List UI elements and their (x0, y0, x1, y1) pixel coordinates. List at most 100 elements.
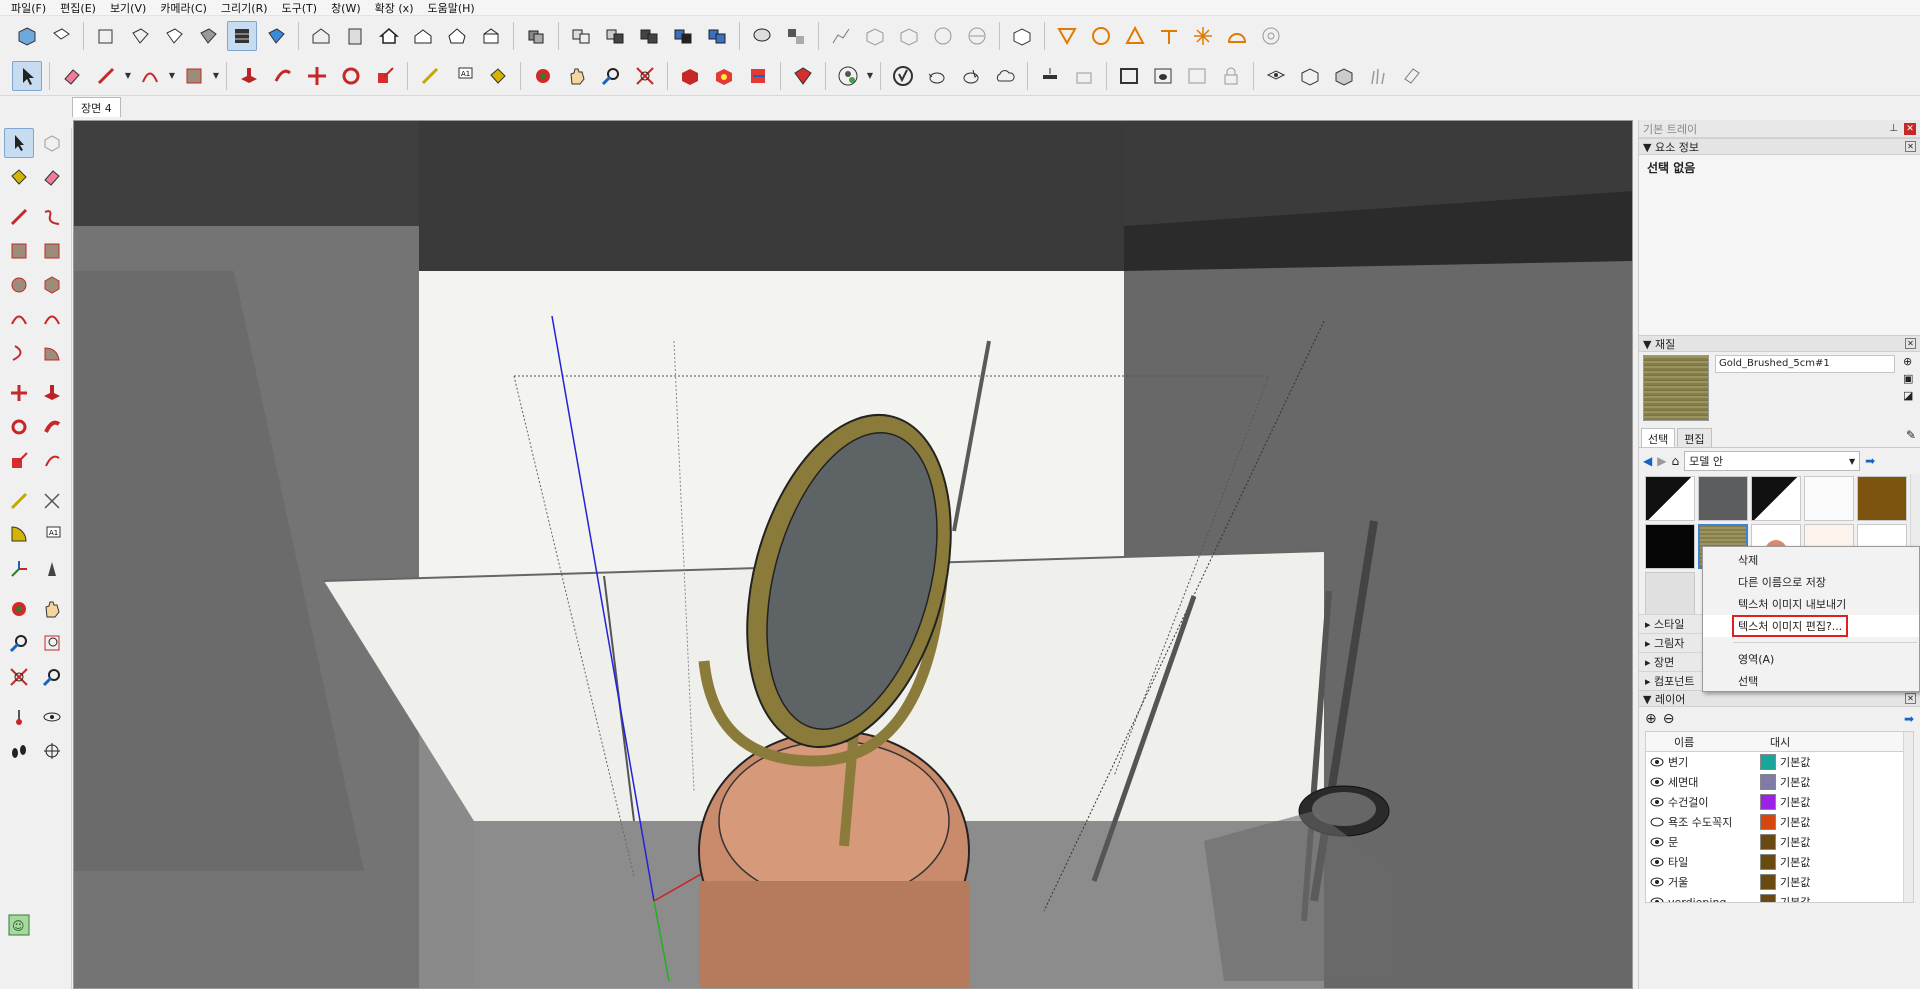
material-swatch[interactable] (1645, 476, 1695, 521)
3d-text-icon[interactable] (38, 554, 68, 584)
eye-visible-icon[interactable] (1646, 837, 1668, 847)
scale-icon[interactable] (4, 446, 34, 476)
eye-visible-icon[interactable] (1646, 757, 1668, 767)
rotate-icon[interactable] (4, 412, 34, 442)
eye-visible-icon[interactable] (1646, 777, 1668, 787)
scene-tab-4[interactable]: 장면 4 (72, 97, 121, 117)
close-panel-icon[interactable]: ✕ (1905, 141, 1916, 152)
top-view-icon[interactable] (46, 21, 76, 51)
shape-star-icon[interactable] (1188, 21, 1218, 51)
follow-me-icon[interactable] (268, 61, 298, 91)
pan-hand-icon[interactable] (562, 61, 592, 91)
layer-row[interactable]: verdieping 기본값 (1646, 892, 1913, 903)
layer-dash[interactable]: 기본값 (1780, 854, 1810, 870)
position-camera-icon[interactable] (4, 702, 34, 732)
scale-icon[interactable] (370, 61, 400, 91)
outer-shell-icon[interactable] (566, 21, 596, 51)
layer-row[interactable]: 거울 기본값 (1646, 872, 1913, 892)
layer-name[interactable]: 욕조 수도꼭지 (1668, 814, 1760, 830)
zoom-window-icon[interactable] (38, 628, 68, 658)
shape-circle-icon[interactable] (1086, 21, 1116, 51)
pin-icon[interactable]: ⊥ (1889, 123, 1898, 134)
menu-window[interactable]: 창(W) (324, 0, 368, 16)
eye-visible-icon[interactable] (1646, 857, 1668, 867)
vray-icon[interactable] (888, 61, 918, 91)
plugin-box-dark-icon[interactable] (1329, 61, 1359, 91)
two-point-arc-icon[interactable] (38, 304, 68, 334)
layer-color-swatch[interactable] (1760, 754, 1776, 770)
arc-icon[interactable] (4, 304, 34, 334)
column-name[interactable]: 이름 (1646, 734, 1764, 750)
eyedropper-icon[interactable]: ✎ (1902, 428, 1920, 447)
move-icon[interactable] (302, 61, 332, 91)
shape-cone-icon[interactable] (1120, 21, 1150, 51)
shaded-textures-icon[interactable] (227, 21, 257, 51)
follow-me-icon[interactable] (38, 412, 68, 442)
close-panel-icon[interactable]: ✕ (1905, 693, 1916, 704)
chevron-down-icon[interactable]: ▼ (167, 61, 177, 91)
plugin-box-icon[interactable] (1295, 61, 1325, 91)
layer-name[interactable]: 세면대 (1668, 774, 1760, 790)
subtract-icon[interactable] (668, 21, 698, 51)
layer-dash[interactable]: 기본값 (1780, 834, 1810, 850)
chevron-down-icon[interactable]: ▼ (123, 61, 133, 91)
layer-color-swatch[interactable] (1760, 774, 1776, 790)
eye-visible-icon[interactable] (1646, 797, 1668, 807)
layer-name[interactable]: 문 (1668, 834, 1760, 850)
circle-icon[interactable] (4, 270, 34, 300)
layer-dash[interactable]: 기본값 (1780, 794, 1810, 810)
sandbox-scratch-icon[interactable] (860, 21, 890, 51)
grass-icon[interactable] (1363, 61, 1393, 91)
material-swatch[interactable] (1804, 476, 1854, 521)
shape-funnel-icon[interactable] (1052, 21, 1082, 51)
menu-select[interactable]: 선택 (1703, 670, 1919, 692)
layer-color-swatch[interactable] (1760, 854, 1776, 870)
material-swatch[interactable] (1698, 476, 1748, 521)
material-swatch[interactable] (1751, 476, 1801, 521)
layer-name[interactable]: 변기 (1668, 754, 1760, 770)
frame-image-icon[interactable] (1182, 61, 1212, 91)
lock-icon[interactable] (1216, 61, 1246, 91)
close-icon[interactable]: ✕ (1904, 122, 1916, 135)
back-house-icon[interactable] (476, 21, 506, 51)
tape-measure-icon[interactable] (4, 486, 34, 516)
close-panel-icon[interactable]: ✕ (1905, 338, 1916, 349)
layer-color-swatch[interactable] (1760, 834, 1776, 850)
dimension-icon[interactable] (38, 486, 68, 516)
walk-icon[interactable] (4, 736, 34, 766)
intersect-icon[interactable] (600, 21, 630, 51)
scatter-icon[interactable] (1397, 61, 1427, 91)
arc-icon[interactable] (135, 61, 165, 91)
sample-paint-icon[interactable]: ◪ (1903, 389, 1913, 402)
add-layer-icon[interactable]: ⊕ (1645, 711, 1657, 727)
eye-hidden-icon[interactable] (1646, 817, 1668, 827)
pencil-icon[interactable] (91, 61, 121, 91)
rectangle-icon[interactable] (179, 61, 209, 91)
select-arrow-icon[interactable] (12, 60, 42, 91)
shape-dome-icon[interactable] (1222, 21, 1252, 51)
orbit-icon[interactable] (4, 594, 34, 624)
extension-warehouse-icon[interactable] (788, 61, 818, 91)
eye-visible-icon[interactable] (1646, 877, 1668, 887)
paint-bucket-icon[interactable] (4, 162, 34, 192)
layer-row[interactable]: 변기 기본값 (1646, 752, 1913, 772)
layer-name[interactable]: verdieping (1668, 896, 1760, 903)
materials-header[interactable]: ▼ 재질 ✕ (1639, 335, 1920, 352)
three-point-arc-icon[interactable] (4, 338, 34, 368)
menu-edit[interactable]: 편집(E) (53, 0, 103, 16)
offset-icon[interactable] (38, 446, 68, 476)
section-cut-icon[interactable] (781, 21, 811, 51)
material-swatch[interactable] (1645, 572, 1695, 614)
menu-save-as[interactable]: 다른 이름으로 저장 (1703, 571, 1919, 593)
column-dash[interactable]: 대시 (1764, 734, 1790, 750)
menu-camera[interactable]: 카메라(C) (153, 0, 214, 16)
entity-info-header[interactable]: ▼ 요소 정보 ✕ (1639, 138, 1920, 155)
section-plane-icon[interactable] (38, 736, 68, 766)
material-name-field[interactable]: Gold_Brushed_5cm#1 (1715, 355, 1895, 373)
menu-view[interactable]: 보기(V) (103, 0, 153, 16)
book-icon[interactable] (340, 21, 370, 51)
right-house-icon[interactable] (442, 21, 472, 51)
xray-icon[interactable] (91, 21, 121, 51)
layer-row[interactable]: 욕조 수도꼭지 기본값 (1646, 812, 1913, 832)
shaded-icon[interactable] (193, 21, 223, 51)
